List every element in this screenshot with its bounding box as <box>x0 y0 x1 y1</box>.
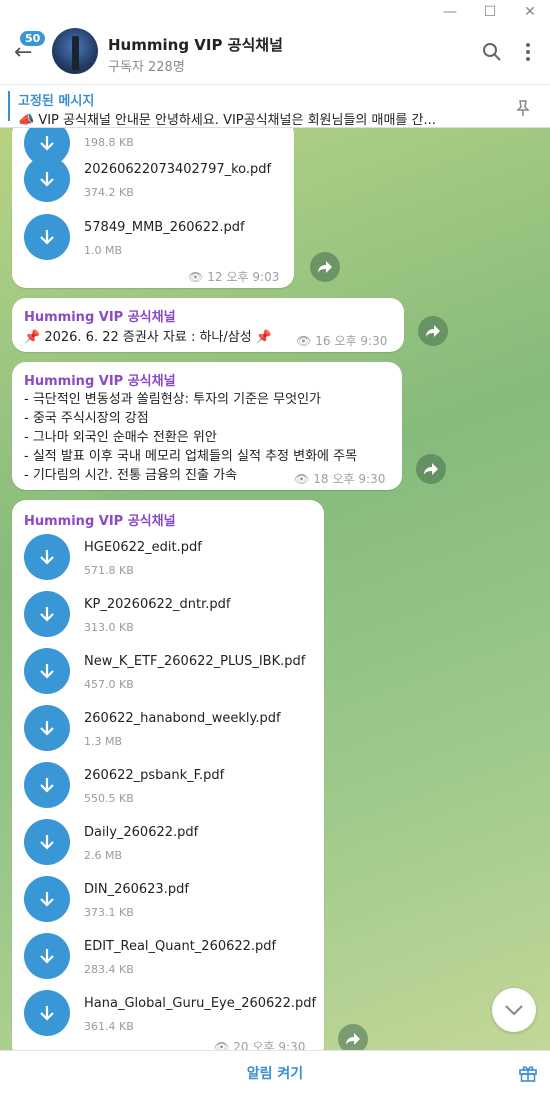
message-bubble[interactable]: 198.8 KB 20260622073402797_ko.pdf 374.2 … <box>12 120 294 288</box>
message-bubble[interactable]: Humming VIP 공식채널 - 극단적인 변동성과 쏠림현상: 투자의 기… <box>12 362 402 490</box>
download-icon[interactable] <box>24 156 70 202</box>
file-size: 571.8 KB <box>84 564 134 577</box>
pinned-title: 고정된 메시지 <box>18 94 95 109</box>
file-size: 1.0 MB <box>84 244 123 257</box>
file-name: 260622_psbank_F.pdf <box>84 768 225 783</box>
message-line: - 실적 발표 이후 국내 메모리 업체들의 실적 추정 변화에 주목 <box>24 449 358 464</box>
file-item[interactable]: EDIT_Real_Quant_260622.pdf 283.4 KB <box>24 933 314 989</box>
pinned-indicator <box>8 91 10 121</box>
file-size: 313.0 KB <box>84 621 134 634</box>
file-name: DIN_260623.pdf <box>84 882 189 897</box>
message-meta: 👁 12 오후 9:03 <box>188 268 279 285</box>
file-item[interactable]: 260622_psbank_F.pdf 550.5 KB <box>24 762 314 818</box>
file-name: HGE0622_edit.pdf <box>84 540 202 555</box>
file-name: 20260622073402797_ko.pdf <box>84 162 272 177</box>
views-icon: 👁 <box>188 269 204 284</box>
message-line: - 중국 주식시장의 강점 <box>24 411 149 426</box>
gift-icon[interactable] <box>518 1063 538 1083</box>
unmute-button[interactable]: 알림 켜기 <box>0 1051 550 1093</box>
file-item[interactable]: New_K_ETF_260622_PLUS_IBK.pdf 457.0 KB <box>24 648 314 704</box>
message-meta: 👁 18 오후 9:30 <box>294 470 385 487</box>
message-line: - 기다림의 시간. 전통 금융의 진출 가속 <box>24 468 238 483</box>
channel-avatar[interactable] <box>52 28 98 74</box>
download-icon[interactable] <box>24 876 70 922</box>
sender-name[interactable]: Humming VIP 공식채널 <box>24 370 176 389</box>
views-icon: 👁 <box>296 333 312 348</box>
unpin-icon[interactable] <box>514 99 532 117</box>
maximize-icon[interactable]: ☐ <box>470 0 510 24</box>
search-icon[interactable] <box>482 42 502 62</box>
file-item[interactable]: DIN_260623.pdf 373.1 KB <box>24 876 314 932</box>
minimize-icon[interactable]: — <box>430 0 470 24</box>
sender-name[interactable]: Humming VIP 공식채널 <box>24 306 176 325</box>
sender-name[interactable]: Humming VIP 공식채널 <box>24 510 176 529</box>
download-icon[interactable] <box>24 933 70 979</box>
file-item[interactable]: Daily_260622.pdf 2.6 MB <box>24 819 314 875</box>
message-time: 오후 9:03 <box>226 270 280 284</box>
pinned-message[interactable]: 고정된 메시지 📣 VIP 공식채널 안내문 안녕하세요. VIP공식채널은 회… <box>0 84 550 128</box>
file-item[interactable]: KP_20260622_dntr.pdf 313.0 KB <box>24 591 314 647</box>
message-bubble[interactable]: Humming VIP 공식채널 📌 2026. 6. 22 증권사 자료 : … <box>12 298 404 352</box>
download-icon[interactable] <box>24 214 70 260</box>
file-size: 374.2 KB <box>84 186 134 199</box>
forward-button[interactable] <box>310 252 340 282</box>
file-size: 2.6 MB <box>84 849 123 862</box>
scroll-to-bottom-button[interactable] <box>492 988 536 1032</box>
file-name: 260622_hanabond_weekly.pdf <box>84 711 281 726</box>
file-size: 283.4 KB <box>84 963 134 976</box>
view-count: 12 <box>207 269 223 284</box>
views-icon: 👁 <box>294 471 310 486</box>
download-icon[interactable] <box>24 534 70 580</box>
file-size: 550.5 KB <box>84 792 134 805</box>
file-item[interactable]: 20260622073402797_ko.pdf 374.2 KB <box>24 156 314 212</box>
subscriber-count: 구독자 228명 <box>108 60 185 75</box>
message-meta: 👁 16 오후 9:30 <box>296 332 387 349</box>
file-name: New_K_ETF_260622_PLUS_IBK.pdf <box>84 654 306 669</box>
message-line: - 극단적인 변동성과 쏠림현상: 투자의 기준은 무엇인가 <box>24 392 321 407</box>
download-icon[interactable] <box>24 648 70 694</box>
download-icon[interactable] <box>24 762 70 808</box>
view-count: 18 <box>313 471 329 486</box>
channel-title[interactable]: Humming VIP 공식채널 <box>108 34 283 55</box>
file-size: 198.8 KB <box>84 136 134 149</box>
file-item[interactable]: 260622_hanabond_weekly.pdf 1.3 MB <box>24 705 314 761</box>
file-item[interactable]: 57849_MMB_260622.pdf 1.0 MB <box>24 214 314 270</box>
download-icon[interactable] <box>24 591 70 637</box>
download-icon[interactable] <box>24 705 70 751</box>
more-options-icon[interactable] <box>520 42 536 62</box>
download-icon[interactable] <box>24 990 70 1036</box>
file-size: 457.0 KB <box>84 678 134 691</box>
file-name: 57849_MMB_260622.pdf <box>84 220 245 235</box>
view-count: 16 <box>315 333 331 348</box>
bottom-bar: 알림 켜기 <box>0 1050 550 1093</box>
file-size: 361.4 KB <box>84 1020 134 1033</box>
file-name: KP_20260622_dntr.pdf <box>84 597 231 612</box>
forward-button[interactable] <box>418 316 448 346</box>
file-name: Hana_Global_Guru_Eye_260622.pdf <box>84 996 317 1011</box>
pinned-text: 📣 VIP 공식채널 안내문 안녕하세요. VIP공식채널은 회원님들의 매매를… <box>18 113 436 128</box>
file-size: 1.3 MB <box>84 735 123 748</box>
message-time: 오후 9:30 <box>332 472 386 486</box>
file-name: Daily_260622.pdf <box>84 825 199 840</box>
download-icon[interactable] <box>24 819 70 865</box>
message-time: 오후 9:30 <box>334 334 388 348</box>
window-controls: — ☐ ✕ <box>430 0 550 24</box>
forward-button[interactable] <box>416 454 446 484</box>
message-line: - 그나마 외국인 순매수 전환은 위안 <box>24 430 217 445</box>
file-item[interactable]: HGE0622_edit.pdf 571.8 KB <box>24 534 314 590</box>
file-size: 373.1 KB <box>84 906 134 919</box>
unread-badge: 50 <box>20 31 46 46</box>
file-name: EDIT_Real_Quant_260622.pdf <box>84 939 277 954</box>
message-text: 📌 2026. 6. 22 증권사 자료 : 하나/삼성 📌 <box>24 330 272 345</box>
message-bubble[interactable]: Humming VIP 공식채널 HGE0622_edit.pdf 571.8 … <box>12 500 324 1060</box>
close-icon[interactable]: ✕ <box>510 0 550 24</box>
